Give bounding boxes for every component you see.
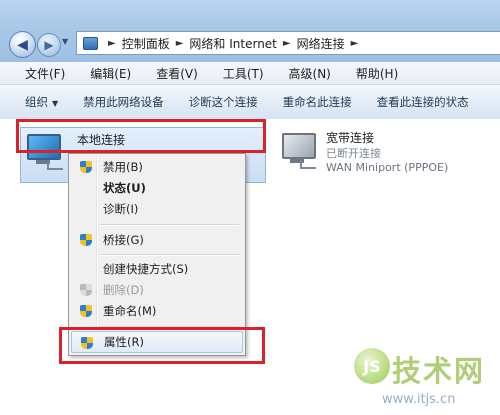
- menu-view[interactable]: 查看(V): [156, 65, 198, 82]
- menu-item-create-shortcut[interactable]: 创建快捷方式(S): [71, 259, 243, 279]
- menu-item-label: 状态(U): [103, 181, 146, 195]
- breadcrumb-control-panel[interactable]: 控制面板: [122, 35, 170, 52]
- chevron-right-icon[interactable]: ►: [108, 38, 116, 49]
- recent-pages-dropdown[interactable]: ▼: [62, 37, 68, 46]
- shield-icon: [79, 233, 93, 247]
- shield-icon: [79, 283, 93, 297]
- forward-arrow-icon: ▶: [44, 38, 54, 52]
- connection-status: 已断开连接: [326, 147, 381, 160]
- menu-item-status[interactable]: 状态(U): [71, 178, 243, 198]
- control-panel-icon: [83, 36, 98, 50]
- menu-tools[interactable]: 工具(T): [223, 65, 264, 82]
- watermark-name: 技术网: [392, 354, 486, 388]
- chevron-down-icon: ▼: [52, 99, 59, 108]
- forward-button[interactable]: ▶: [37, 33, 61, 57]
- menu-item-rename[interactable]: 重命名(M): [71, 301, 243, 321]
- watermark-url: www.itjs.cn: [382, 392, 456, 407]
- menu-advanced[interactable]: 高级(N): [289, 65, 331, 82]
- menu-item-label: 删除(D): [103, 283, 144, 297]
- menu-item-label: 禁用(B): [103, 160, 143, 174]
- organize-label: 组织: [25, 95, 48, 109]
- menu-item-disable[interactable]: 禁用(B): [71, 157, 243, 177]
- menu-item-diagnose[interactable]: 诊断(I): [71, 199, 243, 219]
- command-bar: 组织 ▼ 禁用此网络设备 诊断这个连接 重命名此连接 查看此连接的状态: [0, 85, 500, 120]
- chevron-right-icon[interactable]: ►: [283, 38, 291, 49]
- menu-edit[interactable]: 编辑(E): [90, 65, 131, 82]
- menu-help[interactable]: 帮助(H): [356, 65, 398, 82]
- rename-connection-button[interactable]: 重命名此连接: [283, 94, 352, 110]
- watermark: JS 技术网 www.itjs.cn: [352, 342, 500, 415]
- site-logo-icon: JS: [354, 348, 390, 384]
- view-status-button[interactable]: 查看此连接的状态: [377, 94, 469, 110]
- menu-separator: [99, 254, 239, 256]
- broadband-adapter-icon: [276, 131, 320, 175]
- menu-item-label: 诊断(I): [103, 202, 139, 216]
- menu-item-label: 重命名(M): [103, 304, 157, 318]
- breadcrumb-network-connections[interactable]: 网络连接: [297, 35, 345, 52]
- title-bar: ◀ ▶ ▼ ► 控制面板 ► 网络和 Internet ► 网络连接 ►: [0, 0, 500, 62]
- chevron-right-icon[interactable]: ►: [176, 38, 184, 49]
- menu-item-label: 创建快捷方式(S): [103, 262, 189, 276]
- chevron-right-icon[interactable]: ►: [351, 38, 359, 49]
- highlight-box: [59, 327, 265, 364]
- organize-button[interactable]: 组织 ▼: [25, 94, 58, 110]
- back-button[interactable]: ◀: [9, 31, 36, 58]
- breadcrumb-network-internet[interactable]: 网络和 Internet: [189, 35, 276, 52]
- chevron-down-icon: ▼: [62, 37, 69, 46]
- menu-file[interactable]: 文件(F): [25, 65, 65, 82]
- menu-bar: 文件(F) 编辑(E) 查看(V) 工具(T) 高级(N) 帮助(H): [0, 62, 500, 85]
- menu-item-label: 桥接(G): [103, 233, 144, 247]
- connection-device: WAN Miniport (PPPOE): [326, 161, 449, 174]
- connection-item-broadband[interactable]: 宽带连接 已断开连接 WAN Miniport (PPPOE): [270, 125, 490, 183]
- address-bar[interactable]: ► 控制面板 ► 网络和 Internet ► 网络连接 ►: [76, 31, 500, 55]
- diagnose-connection-button[interactable]: 诊断这个连接: [189, 94, 258, 110]
- shield-icon: [79, 160, 93, 174]
- highlight-box: [16, 119, 266, 153]
- shield-icon: [79, 304, 93, 318]
- menu-item-delete: 删除(D): [71, 280, 243, 300]
- menu-separator: [99, 224, 239, 226]
- connection-name: 宽带连接: [326, 131, 375, 145]
- disable-device-button[interactable]: 禁用此网络设备: [83, 94, 164, 110]
- back-arrow-icon: ◀: [17, 36, 28, 53]
- menu-item-bridge[interactable]: 桥接(G): [71, 230, 243, 250]
- context-menu: 禁用(B) 状态(U) 诊断(I) 桥接(G) 创建快捷方式(S) 删除(D) …: [68, 153, 246, 356]
